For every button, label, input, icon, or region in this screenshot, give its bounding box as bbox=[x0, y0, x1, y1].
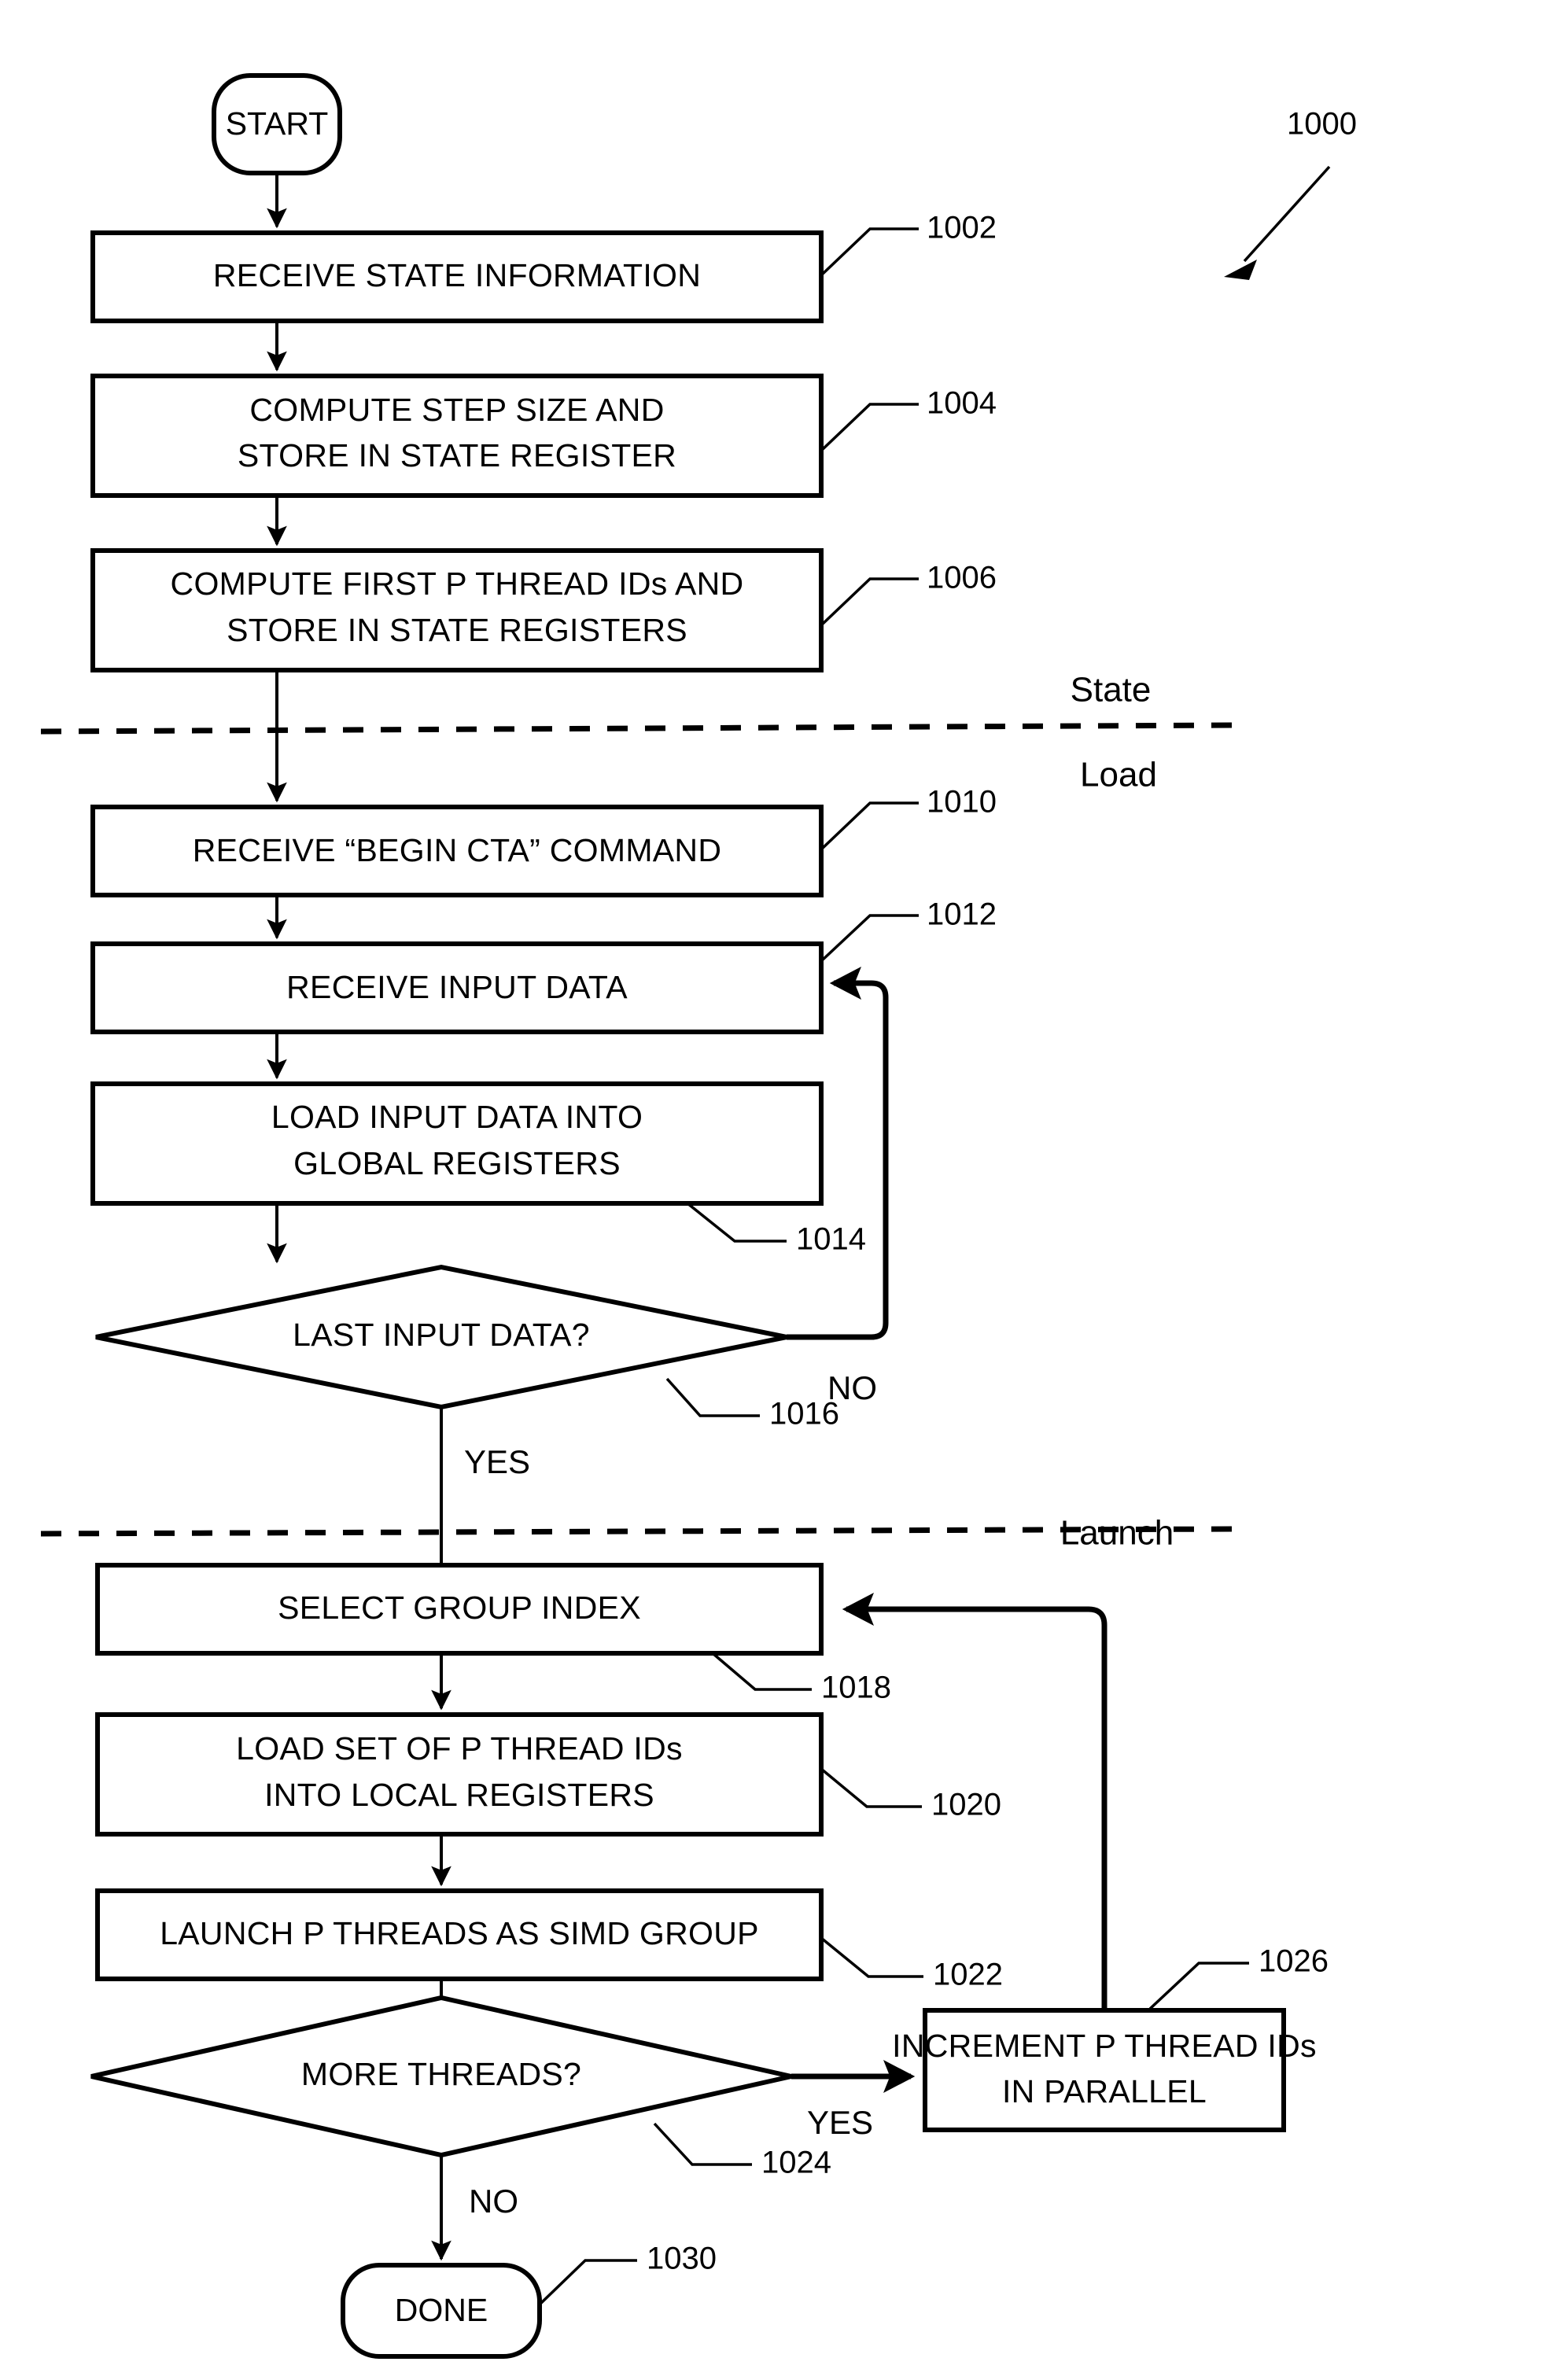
phase-divider-state-load bbox=[40, 722, 1236, 735]
ref-callout-1012: 1012 bbox=[820, 897, 997, 963]
branch-label-1024-yes: YES bbox=[807, 2104, 873, 2141]
ref-1004-number: 1004 bbox=[927, 386, 997, 421]
ref-1022-number: 1022 bbox=[933, 1958, 1003, 1992]
ref-callout-1016: 1016 bbox=[665, 1377, 839, 1431]
process-box-1020: LOAD SET OF P THREAD IDs INTO LOCAL REGI… bbox=[95, 1712, 824, 1837]
ref-1024-number: 1024 bbox=[761, 2146, 831, 2180]
ref-1026-number: 1026 bbox=[1259, 1944, 1329, 1979]
box-1014-line-1: LOAD INPUT DATA INTO bbox=[271, 1099, 643, 1135]
ref-1030-leader bbox=[538, 2259, 637, 2306]
branch-label-1016-no: NO bbox=[827, 1369, 877, 1406]
box-1002-line-1: RECEIVE STATE INFORMATION bbox=[213, 257, 701, 293]
box-1006-line-1: COMPUTE FIRST P THREAD IDs AND bbox=[171, 566, 744, 602]
ref-1002-number: 1002 bbox=[927, 211, 997, 245]
figure-reference-1000: 1000 bbox=[1224, 107, 1357, 280]
ref-1024-leader bbox=[653, 2122, 752, 2166]
figure-ref-leader bbox=[1243, 165, 1331, 263]
process-box-1026: INCREMENT P THREAD IDs IN PARALLEL bbox=[892, 2008, 1317, 2132]
ref-1016-leader bbox=[665, 1377, 760, 1417]
branch-label-1016-yes: YES bbox=[464, 1443, 530, 1480]
ref-callout-1010: 1010 bbox=[820, 785, 997, 851]
process-box-1014: LOAD INPUT DATA INTO GLOBAL REGISTERS bbox=[90, 1081, 824, 1206]
ref-callout-1004: 1004 bbox=[820, 386, 997, 452]
figure-ref-number: 1000 bbox=[1287, 107, 1357, 142]
box-1026-line-2: IN PARALLEL bbox=[1002, 2073, 1207, 2109]
process-box-1010: RECEIVE “BEGIN CTA” COMMAND bbox=[90, 805, 824, 897]
decision-diamond-1024: MORE THREADS? bbox=[90, 1995, 792, 2158]
ref-1014-leader bbox=[686, 1202, 787, 1243]
decision-diamond-1016: LAST INPUT DATA? bbox=[95, 1264, 787, 1410]
ref-1012-number: 1012 bbox=[927, 897, 997, 932]
process-box-1022: LAUNCH P THREADS AS SIMD GROUP bbox=[95, 1888, 824, 1981]
ref-callout-1020: 1020 bbox=[820, 1767, 1001, 1822]
diamond-1016-question: LAST INPUT DATA? bbox=[293, 1317, 590, 1353]
branch-label-1024-no: NO bbox=[469, 2183, 518, 2220]
phase-label-launch: Launch bbox=[1060, 1514, 1174, 1553]
ref-callout-1018: 1018 bbox=[711, 1652, 891, 1705]
ref-1010-number: 1010 bbox=[927, 785, 997, 820]
ref-1020-number: 1020 bbox=[931, 1788, 1001, 1822]
ref-callout-1022: 1022 bbox=[820, 1936, 1003, 1992]
box-1010-line-1: RECEIVE “BEGIN CTA” COMMAND bbox=[193, 832, 722, 868]
box-1026-line-1: INCREMENT P THREAD IDs bbox=[892, 2028, 1317, 2064]
ref-1022-leader bbox=[820, 1936, 923, 1978]
done-label: DONE bbox=[395, 2292, 488, 2328]
ref-callout-1014: 1014 bbox=[686, 1202, 866, 1257]
box-1012-line-1: RECEIVE INPUT DATA bbox=[286, 969, 628, 1005]
box-1020-line-2: INTO LOCAL REGISTERS bbox=[264, 1777, 654, 1813]
ref-1004-leader bbox=[820, 403, 919, 452]
flowchart-page: 1000 START RECEIVE STATE INFORMATION 100… bbox=[0, 0, 1559, 2380]
figure-ref-arrowhead bbox=[1224, 260, 1257, 280]
ref-1012-leader bbox=[820, 914, 919, 963]
ref-callout-1026: 1026 bbox=[1148, 1944, 1329, 2010]
ref-callout-1030: 1030 bbox=[538, 2242, 717, 2306]
phase-divider-load-launch bbox=[40, 1526, 1236, 1537]
ref-1020-leader bbox=[820, 1767, 922, 1808]
ref-1018-number: 1018 bbox=[821, 1671, 891, 1705]
ref-1006-leader bbox=[820, 577, 919, 627]
ref-1010-leader bbox=[820, 801, 919, 851]
terminator-start: START bbox=[212, 73, 342, 175]
ref-1014-number: 1014 bbox=[796, 1222, 866, 1257]
process-box-1012: RECEIVE INPUT DATA bbox=[90, 941, 824, 1034]
process-box-1006: COMPUTE FIRST P THREAD IDs AND STORE IN … bbox=[90, 548, 824, 672]
box-1004-line-1: COMPUTE STEP SIZE AND bbox=[249, 392, 664, 428]
process-box-1002: RECEIVE STATE INFORMATION bbox=[90, 230, 824, 323]
process-box-1018: SELECT GROUP INDEX bbox=[95, 1563, 824, 1656]
terminator-done: DONE bbox=[341, 2263, 542, 2359]
process-box-1004: COMPUTE STEP SIZE AND STORE IN STATE REG… bbox=[90, 374, 824, 498]
ref-callout-1006: 1006 bbox=[820, 561, 997, 627]
ref-1018-leader bbox=[711, 1652, 812, 1691]
box-1006-line-2: STORE IN STATE REGISTERS bbox=[227, 612, 687, 648]
ref-1002-leader bbox=[820, 227, 919, 277]
ref-callout-1024: 1024 bbox=[653, 2122, 831, 2180]
diamond-1024-question: MORE THREADS? bbox=[301, 2056, 581, 2092]
ref-1026-leader bbox=[1148, 1962, 1249, 2010]
start-label: START bbox=[226, 105, 329, 142]
box-1022-line-1: LAUNCH P THREADS AS SIMD GROUP bbox=[160, 1915, 759, 1951]
phase-label-state: State bbox=[1071, 671, 1152, 709]
flowchart-canvas: 1000 START RECEIVE STATE INFORMATION 100… bbox=[40, 73, 1357, 2359]
ref-1030-number: 1030 bbox=[647, 2242, 717, 2276]
box-1020-line-1: LOAD SET OF P THREAD IDs bbox=[236, 1730, 683, 1767]
box-1014-line-2: GLOBAL REGISTERS bbox=[293, 1145, 621, 1181]
box-1018-line-1: SELECT GROUP INDEX bbox=[278, 1590, 641, 1626]
phase-label-load: Load bbox=[1080, 756, 1157, 794]
ref-1006-number: 1006 bbox=[927, 561, 997, 595]
box-1004-line-2: STORE IN STATE REGISTER bbox=[238, 437, 676, 473]
ref-callout-1002: 1002 bbox=[820, 211, 997, 277]
